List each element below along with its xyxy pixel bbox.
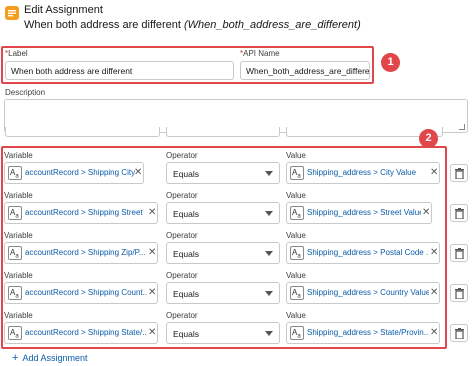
modal-title: Edit Assignment [24,4,103,16]
variable-value: accountRecord > Shipping Count... [25,288,147,297]
variable-column-label: Variable [4,151,33,160]
add-assignment-label: Add Assignment [22,353,88,363]
text-type-icon: Aa [8,166,22,180]
chevron-down-icon [265,171,273,176]
add-assignment-button[interactable]: + Add Assignment [12,352,87,364]
operator-select[interactable]: Equals [166,282,280,304]
step-badge-1: 1 [381,53,400,72]
resize-handle[interactable] [459,124,465,130]
operator-select[interactable]: Equals [166,202,280,224]
modal-header: Edit Assignment When both address are di… [0,0,474,38]
api-name-input[interactable]: When_both_address_are_different [240,61,370,80]
value-value: Shipping_address > Country Value [307,288,429,297]
value-field[interactable]: Aa Shipping_address > Postal Code ... ✕ [286,242,440,264]
variable-value: accountRecord > Shipping Zip/P... [25,248,146,257]
value-column-label: Value [286,151,306,160]
chevron-down-icon [265,251,273,256]
close-icon[interactable]: ✕ [430,327,438,339]
delete-row-button[interactable] [450,164,468,182]
value-field[interactable]: Aa Shipping_address > Country Value ✕ [286,282,440,304]
operator-column-label: Operator [166,151,198,160]
operator-column-label: Operator [166,271,198,280]
close-icon[interactable]: ✕ [422,207,430,219]
step-badge-2: 2 [419,129,438,148]
close-icon[interactable]: ✕ [148,207,156,219]
text-type-icon: Aa [290,166,304,180]
delete-row-button[interactable] [450,324,468,342]
variable-value: accountRecord > Shipping Street [25,208,143,217]
variable-field[interactable]: Aa accountRecord > Shipping Street ✕ [4,202,158,224]
hidden-row-variable [5,127,160,137]
operator-column-label: Operator [166,311,198,320]
operator-column-label: Operator [166,231,198,240]
modal-subtitle: When both address are different (When_bo… [24,19,361,31]
value-value: Shipping_address > Street Value [307,208,421,217]
value-field[interactable]: Aa Shipping_address > City Value ✕ [286,162,440,184]
edit-assignment-icon [5,6,19,20]
chevron-down-icon [265,331,273,336]
operator-select[interactable]: Equals [166,162,280,184]
text-type-icon: Aa [290,206,304,220]
value-column-label: Value [286,231,306,240]
close-icon[interactable]: ✕ [148,247,156,259]
plus-icon: + [12,352,19,364]
operator-column-label: Operator [166,191,198,200]
value-field[interactable]: Aa Shipping_address > Street Value ✕ [286,202,432,224]
text-type-icon: Aa [290,326,304,340]
delete-row-button[interactable] [450,284,468,302]
text-type-icon: Aa [8,326,22,340]
variable-column-label: Variable [4,191,33,200]
api-name-field-label: *API Name [240,49,280,58]
text-type-icon: Aa [8,206,22,220]
variable-field[interactable]: Aa accountRecord > Shipping Zip/P... ✕ [4,242,158,264]
close-icon[interactable]: ✕ [430,287,438,299]
subtitle-label: When both address are different [24,19,181,31]
value-field[interactable]: Aa Shipping_address > State/Provin... ✕ [286,322,440,344]
value-value: Shipping_address > Postal Code ... [307,248,429,257]
delete-row-button[interactable] [450,244,468,262]
label-input[interactable]: When both address are different [5,61,234,80]
trash-icon [455,328,464,339]
text-type-icon: Aa [290,246,304,260]
label-field-label: *Label [5,49,28,58]
variable-field[interactable]: Aa accountRecord > Shipping State/... ✕ [4,322,158,344]
subtitle-api-name: (When_both_address_are_different) [184,19,361,31]
text-type-icon: Aa [8,246,22,260]
variable-value: accountRecord > Shipping City [25,168,135,177]
close-icon[interactable]: ✕ [148,327,156,339]
trash-icon [455,168,464,179]
value-column-label: Value [286,311,306,320]
chevron-down-icon [265,211,273,216]
hidden-row-operator [166,127,280,137]
variable-column-label: Variable [4,271,33,280]
trash-icon [455,208,464,219]
value-column-label: Value [286,271,306,280]
operator-select[interactable]: Equals [166,242,280,264]
close-icon[interactable]: ✕ [430,167,438,179]
value-value: Shipping_address > City Value [307,168,417,177]
variable-value: accountRecord > Shipping State/... [25,328,147,337]
close-icon[interactable]: ✕ [134,167,142,179]
operator-select[interactable]: Equals [166,322,280,344]
text-type-icon: Aa [8,286,22,300]
value-column-label: Value [286,191,306,200]
delete-row-button[interactable] [450,204,468,222]
trash-icon [455,248,464,259]
variable-column-label: Variable [4,231,33,240]
variable-field[interactable]: Aa accountRecord > Shipping City ✕ [4,162,144,184]
close-icon[interactable]: ✕ [430,247,438,259]
chevron-down-icon [265,291,273,296]
variable-column-label: Variable [4,311,33,320]
text-type-icon: Aa [290,286,304,300]
description-label: Description [5,88,46,97]
close-icon[interactable]: ✕ [148,287,156,299]
value-value: Shipping_address > State/Provin... [307,328,429,337]
variable-field[interactable]: Aa accountRecord > Shipping Count... ✕ [4,282,158,304]
trash-icon [455,288,464,299]
